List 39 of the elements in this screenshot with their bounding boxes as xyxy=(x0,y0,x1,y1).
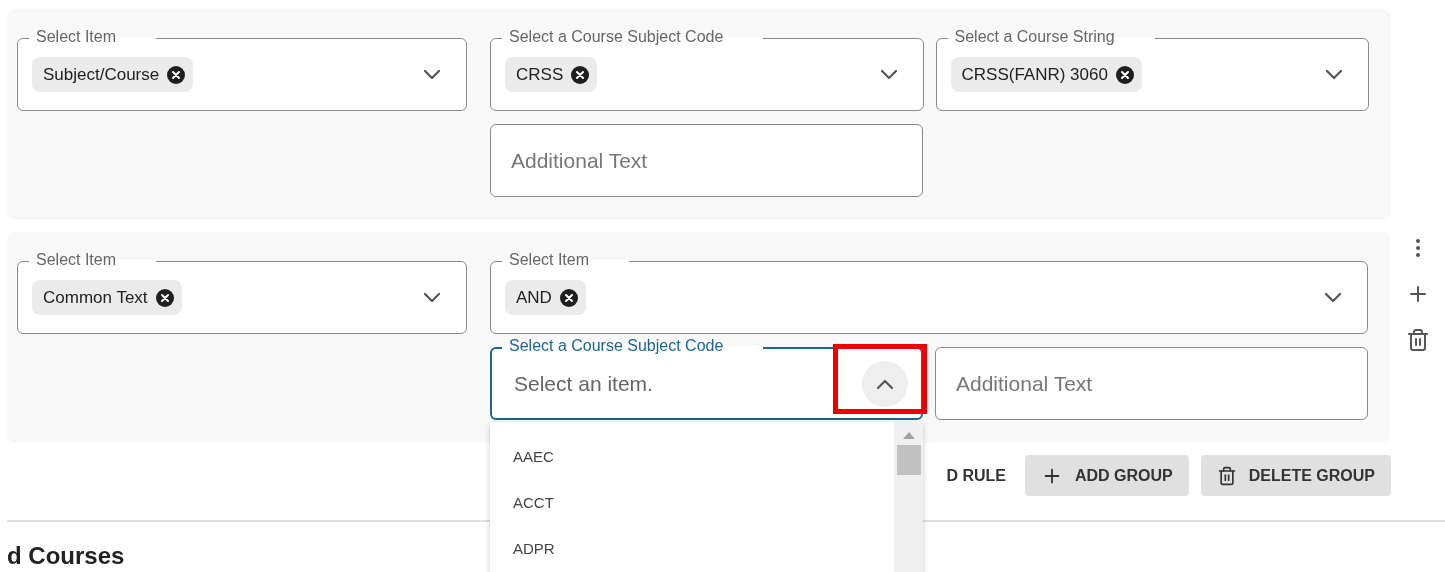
scrollbar-thumb[interactable] xyxy=(896,445,921,475)
remove-icon[interactable] xyxy=(1115,65,1134,84)
selected-chip[interactable]: CRSS(FANR) 3060 xyxy=(950,57,1142,92)
expand-button[interactable] xyxy=(880,69,897,80)
expand-button[interactable] xyxy=(424,292,440,303)
add-rule-button[interactable]: D RULE xyxy=(942,455,1010,496)
chevron-icon xyxy=(1325,292,1341,303)
additional-text-field[interactable]: Additional Text xyxy=(935,347,1368,420)
remove-icon[interactable] xyxy=(559,288,578,307)
selected-chip[interactable]: Common Text xyxy=(32,280,182,315)
chevron-icon xyxy=(424,69,440,80)
remove-icon[interactable] xyxy=(571,65,590,84)
field-label: Select a Course Subject Code xyxy=(502,27,764,47)
delete-icon[interactable] xyxy=(1405,328,1430,352)
dropdown-option[interactable]: ADPR xyxy=(490,526,894,572)
expand-button[interactable] xyxy=(424,69,440,80)
select-placeholder: Select an item. xyxy=(513,370,653,397)
field-label: Select a Course Subject Code xyxy=(502,336,764,356)
expand-button[interactable] xyxy=(1325,292,1341,303)
scrollbar[interactable] xyxy=(894,422,923,572)
field-label: Select a Course String xyxy=(947,27,1155,47)
selected-chip[interactable]: CRSS xyxy=(505,57,598,92)
trash-icon xyxy=(1216,465,1237,486)
expand-button[interactable] xyxy=(1326,69,1342,80)
remove-icon[interactable] xyxy=(167,65,186,84)
chevron-icon xyxy=(424,292,440,303)
chevron-icon xyxy=(877,378,893,389)
collapse-button[interactable] xyxy=(862,360,908,407)
section-heading: d Courses xyxy=(7,544,125,568)
chevron-icon xyxy=(1326,69,1342,80)
chevron-icon xyxy=(880,69,897,80)
add-group-button[interactable]: ADD GROUP xyxy=(1025,455,1189,496)
dropdown-option[interactable]: AAEC xyxy=(490,434,894,480)
additional-text-field[interactable]: Additional Text xyxy=(490,124,923,197)
remove-icon[interactable] xyxy=(155,288,174,307)
selected-chip[interactable]: Subject/Course xyxy=(32,57,194,92)
delete-group-button[interactable]: DELETE GROUP xyxy=(1200,455,1391,496)
dropdown-option[interactable]: ACCT xyxy=(490,480,894,526)
selected-chip[interactable]: AND xyxy=(505,280,586,315)
